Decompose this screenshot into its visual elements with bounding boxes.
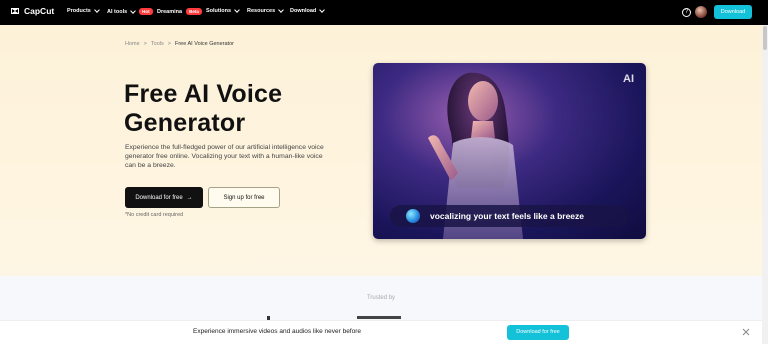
download-for-free-button[interactable]: Download for free → [125, 187, 203, 208]
nav-products-label: Products [67, 8, 91, 14]
nav-solutions[interactable]: Solutions [206, 7, 240, 14]
page-title-line2: Generator [124, 109, 246, 137]
nav-products[interactable]: Products [67, 7, 100, 14]
arrow-right-icon: → [186, 194, 193, 201]
help-icon[interactable]: ? [682, 8, 691, 17]
nav-dreamina[interactable]: Dreamina Beta [157, 8, 202, 15]
beta-badge: Beta [186, 8, 202, 15]
hero-description: Experience the full-fledged power of our… [125, 144, 324, 169]
breadcrumb-tools[interactable]: Tools [151, 41, 164, 47]
download-for-free-label: Download for free [135, 194, 183, 201]
breadcrumb-separator: > [143, 41, 147, 47]
top-nav: CapCut Products AI tools Hot Dreamina Be… [0, 0, 768, 25]
close-icon[interactable] [742, 328, 750, 336]
brand-name: CapCut [24, 6, 55, 16]
chevron-down-icon [94, 7, 100, 13]
nav-download[interactable]: Download [290, 7, 326, 14]
capcut-logo-icon [11, 8, 19, 14]
breadcrumb-current: Free AI Voice Generator [174, 41, 234, 47]
chevron-down-icon [130, 7, 137, 14]
hero-video-preview[interactable]: AI vocalizing your text feels like a bre… [373, 63, 646, 239]
nav-dreamina-label: Dreamina [157, 8, 183, 15]
avatar[interactable] [695, 6, 707, 18]
nav-download-label: Download [290, 8, 317, 14]
capcut-logo[interactable]: CapCut [10, 6, 54, 16]
trusted-by-label: Trusted by [366, 295, 396, 301]
voice-caption-bar: vocalizing your text feels like a breeze [390, 205, 628, 227]
nav-ai-tools-label: AI tools [107, 8, 128, 15]
nav-download-button[interactable]: Download [714, 5, 752, 19]
ai-tag: AI [623, 73, 634, 85]
page-title-line1: Free AI Voice [124, 80, 283, 108]
chevron-down-icon [319, 7, 326, 13]
no-credit-card-note: *No credit card required [125, 212, 184, 218]
page-title: Free AI Voice Generator [124, 80, 282, 138]
banner-download-button[interactable]: Download for free [507, 325, 569, 340]
voice-caption-text: vocalizing your text feels like a breeze [430, 211, 585, 221]
nav-resources-label: Resources [247, 8, 276, 14]
chevron-down-icon [234, 7, 240, 13]
voice-orb-icon [406, 209, 420, 223]
partner-logo [357, 316, 401, 319]
breadcrumb-separator: > [167, 41, 171, 47]
hot-badge: Hot [139, 8, 153, 15]
bottom-download-banner [0, 320, 762, 344]
banner-text: Experience immersive videos and audios l… [193, 328, 362, 335]
sign-up-button[interactable]: Sign up for free [208, 187, 280, 208]
nav-solutions-label: Solutions [206, 8, 232, 14]
nav-resources[interactable]: Resources [247, 7, 284, 14]
scrollbar-thumb[interactable] [763, 26, 767, 50]
chevron-down-icon [278, 7, 284, 13]
breadcrumb: Home > Tools > Free AI Voice Generator [125, 41, 234, 47]
breadcrumb-home[interactable]: Home [125, 41, 140, 47]
nav-ai-tools[interactable]: AI tools Hot [107, 7, 153, 15]
page-scrollbar[interactable] [762, 25, 768, 344]
